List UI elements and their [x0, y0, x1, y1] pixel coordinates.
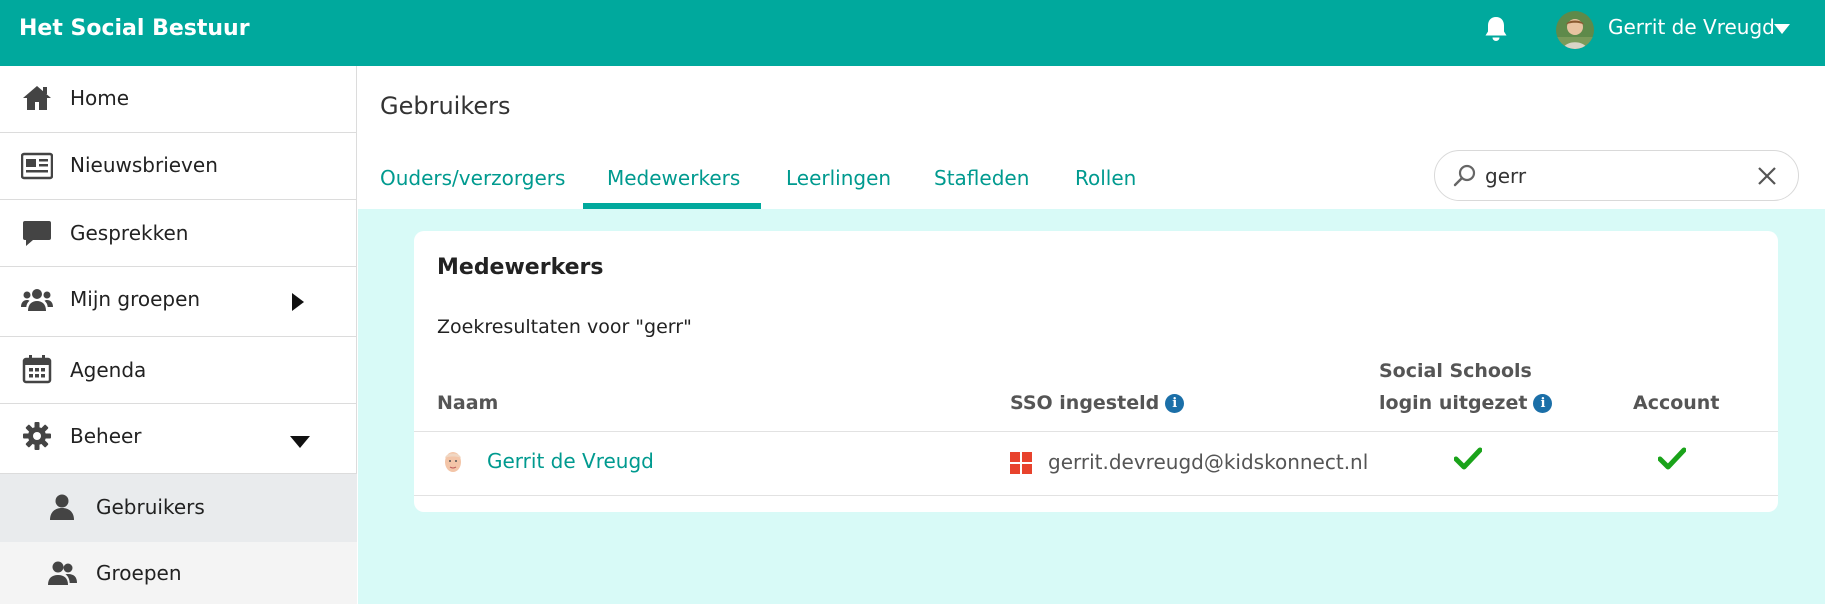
info-icon[interactable]: i: [1165, 394, 1185, 413]
sidebar-item-label: Gesprekken: [70, 221, 189, 245]
bell-icon[interactable]: [1480, 13, 1512, 45]
chevron-down-icon[interactable]: [1774, 24, 1790, 34]
chevron-right-icon[interactable]: [292, 293, 304, 311]
tab-roles[interactable]: Rollen: [1075, 166, 1136, 190]
search-icon: [1453, 164, 1476, 187]
user-icon: [50, 494, 74, 520]
column-header-social-line1: Social Schools: [1379, 360, 1532, 382]
sidebar: Home Nieuwsbrieven Gesprekken Mijn groep…: [0, 66, 357, 604]
chat-icon: [23, 221, 51, 246]
sidebar-item-conversations[interactable]: Gesprekken: [0, 200, 357, 267]
sidebar-item-label: Agenda: [70, 358, 147, 382]
checkmark-icon: [1454, 447, 1482, 470]
sidebar-subitem-users[interactable]: Gebruikers: [0, 474, 357, 542]
sidebar-item-label: Beheer: [70, 424, 142, 448]
sidebar-item-label: Mijn groepen: [70, 287, 201, 311]
avatar: [439, 448, 467, 476]
sidebar-item-label: Groepen: [96, 561, 182, 585]
sidebar-subitem-groups[interactable]: Groepen: [0, 542, 357, 604]
chevron-down-icon[interactable]: [290, 436, 310, 448]
table-divider: [414, 495, 1778, 496]
checkmark-icon: [1658, 447, 1686, 470]
tab-parents[interactable]: Ouders/verzorgers: [380, 166, 565, 190]
search-input[interactable]: [1485, 161, 1735, 191]
info-icon[interactable]: i: [1533, 394, 1553, 413]
top-bar: Het Social Bestuur Gerrit de Vreugd: [0, 0, 1825, 66]
tab-students[interactable]: Leerlingen: [786, 166, 891, 190]
column-header-account: Account: [1633, 392, 1720, 414]
user-email: gerrit.devreugd@kidskonnect.nl: [1048, 450, 1369, 474]
table-divider: [414, 431, 1778, 432]
search-box[interactable]: [1434, 150, 1799, 201]
search-results-label: Zoekresultaten voor "gerr": [437, 316, 692, 338]
tab-staff[interactable]: Medewerkers: [607, 166, 740, 190]
sidebar-item-home[interactable]: Home: [0, 66, 357, 133]
sidebar-item-label: Gebruikers: [96, 495, 205, 519]
microsoft-icon: [1010, 452, 1032, 474]
card-title: Medewerkers: [437, 255, 604, 280]
sidebar-item-management[interactable]: Beheer: [0, 404, 357, 474]
user-menu-name[interactable]: Gerrit de Vreugd: [1608, 15, 1775, 39]
sidebar-item-newsletters[interactable]: Nieuwsbrieven: [0, 133, 357, 200]
main-header: Gebruikers Ouders/verzorgers Medewerkers…: [358, 66, 1825, 209]
app-brand[interactable]: Het Social Bestuur: [19, 16, 250, 41]
user-name-link[interactable]: Gerrit de Vreugd: [487, 449, 654, 473]
sidebar-item-my-groups[interactable]: Mijn groepen: [0, 267, 357, 337]
results-card: Medewerkers Zoekresultaten voor "gerr" N…: [414, 231, 1778, 512]
home-icon: [23, 86, 51, 110]
sidebar-item-agenda[interactable]: Agenda: [0, 337, 357, 404]
group-icon: [21, 289, 53, 311]
column-header-social: login uitgezet i: [1379, 392, 1553, 414]
column-header-name[interactable]: Naam: [437, 392, 498, 414]
page-title: Gebruikers: [380, 92, 511, 120]
gear-icon: [23, 422, 51, 450]
newspaper-icon: [21, 152, 53, 180]
column-header-sso-label: SSO ingesteld: [1010, 392, 1160, 414]
column-header-social-label: login uitgezet: [1379, 392, 1528, 414]
sidebar-item-label: Home: [70, 86, 130, 110]
column-header-sso: SSO ingesteld i: [1010, 392, 1185, 414]
calendar-icon: [22, 355, 52, 384]
tab-staff-members[interactable]: Stafleden: [934, 166, 1029, 190]
avatar[interactable]: [1556, 11, 1594, 49]
users-icon: [48, 561, 77, 585]
sidebar-item-label: Nieuwsbrieven: [70, 153, 218, 177]
close-icon[interactable]: [1755, 164, 1779, 188]
